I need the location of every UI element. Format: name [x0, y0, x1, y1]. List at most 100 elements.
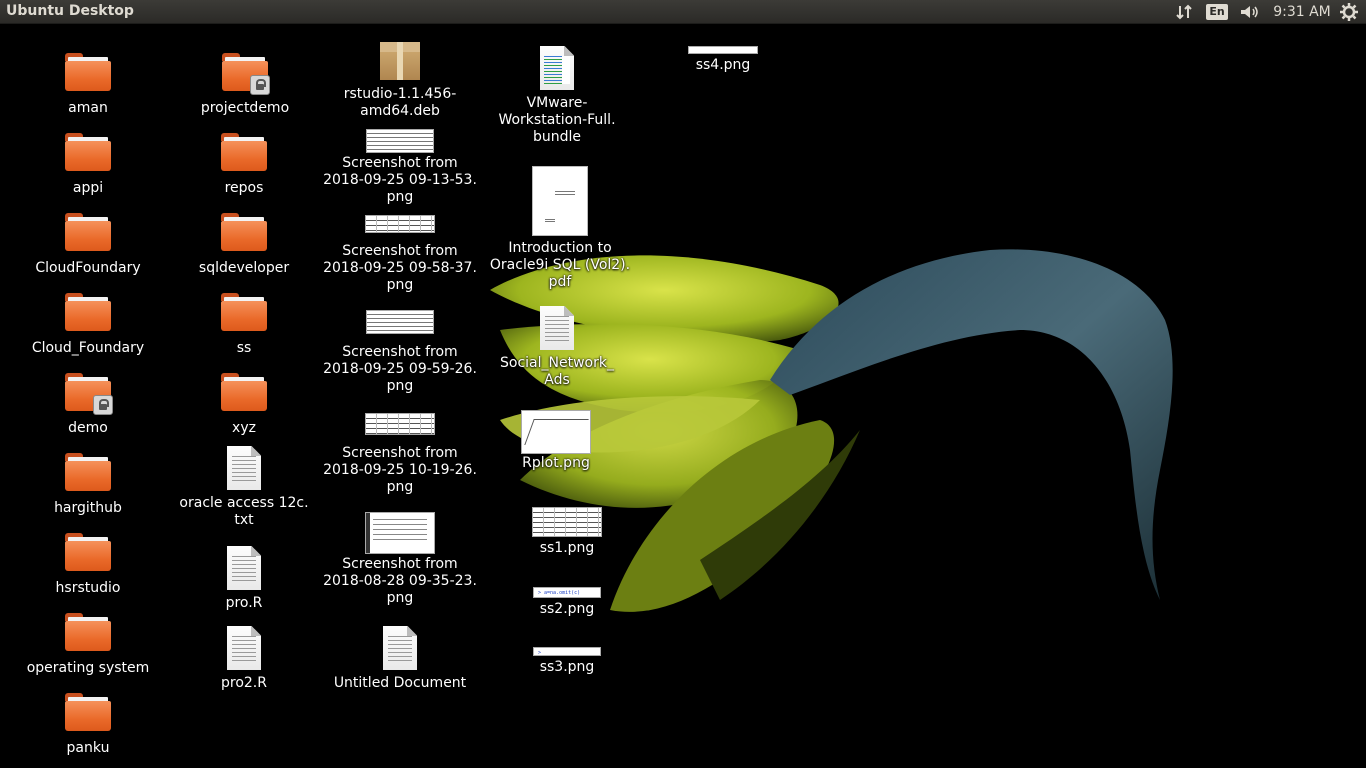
- image-thumbnail: [365, 413, 435, 435]
- desktop-folder-cloud-foundary[interactable]: Cloud_Foundary: [28, 281, 148, 357]
- text-document-icon: [227, 626, 261, 670]
- folder-icon: [65, 373, 113, 415]
- keyboard-language-indicator[interactable]: En: [1206, 0, 1228, 24]
- desktop-folder-ss[interactable]: ss: [194, 281, 294, 357]
- folder-icon: [65, 53, 111, 93]
- folder-icon: [65, 453, 111, 493]
- clock[interactable]: 9:31 AM: [1272, 0, 1332, 24]
- volume-icon[interactable]: [1238, 0, 1262, 24]
- desktop-folder-cloudfoundary[interactable]: CloudFoundary: [28, 201, 148, 277]
- icon-label: appi: [72, 180, 104, 196]
- icon-label: amd64.deb: [360, 103, 440, 119]
- icon-label: 2018-09-25 10-19-26.: [323, 462, 477, 478]
- icon-label: xyz: [232, 420, 256, 436]
- desktop-file-untitled-document[interactable]: Untitled Document: [325, 620, 475, 692]
- desktop-folder-hsrstudio[interactable]: hsrstudio: [38, 521, 138, 597]
- icon-label: Oracle9i SQL (Vol2).: [489, 257, 631, 273]
- icon-label: rstudio-1.1.456-: [343, 86, 457, 102]
- desktop-file-vmware-bundle[interactable]: VMware- Workstation-Full. bundle: [487, 40, 627, 146]
- folder-icon: [65, 133, 111, 173]
- desktop-file-ss1-png[interactable]: ss1.png: [511, 507, 623, 557]
- icon-label: pdf: [548, 274, 572, 290]
- desktop-folder-projectdemo[interactable]: projectdemo: [190, 41, 300, 117]
- desktop-folder-xyz[interactable]: xyz: [194, 361, 294, 437]
- text-document-icon: [383, 626, 417, 670]
- icon-label: repos: [224, 180, 264, 196]
- package-icon: [380, 42, 420, 80]
- desktop-file-ss2-png[interactable]: > a=na.omit(c) ss2.png: [511, 587, 623, 618]
- desktop-file-screenshot-10-19-26[interactable]: Screenshot from 2018-09-25 10-19-26. png: [323, 413, 477, 496]
- desktop-file-social-network-ads[interactable]: Social_Network_ Ads: [487, 300, 627, 389]
- script-document-icon: [540, 46, 574, 90]
- desktop-file-pro-r[interactable]: pro.R: [194, 540, 294, 612]
- image-thumbnail: [521, 410, 591, 454]
- icon-label: ss1.png: [539, 540, 595, 556]
- desktop-file-screenshot-08-28[interactable]: Screenshot from 2018-08-28 09-35-23. png: [323, 512, 477, 607]
- language-label: En: [1206, 4, 1228, 20]
- desktop-file-ss3-png[interactable]: > fit=kmeans(a[2:17],5) ss3.png: [511, 647, 623, 676]
- icon-label: hargithub: [54, 500, 122, 516]
- icon-label: Introduction to: [508, 240, 612, 256]
- folder-icon: [221, 373, 267, 413]
- folder-icon: [65, 533, 111, 573]
- image-thumbnail: > a=na.omit(c): [533, 587, 601, 598]
- icon-label: txt: [234, 512, 254, 528]
- desktop-folder-panku[interactable]: panku: [38, 681, 138, 757]
- folder-icon: [65, 613, 111, 653]
- desktop-folder-appi[interactable]: appi: [38, 121, 138, 197]
- folder-icon: [221, 213, 267, 253]
- icon-label: oracle access 12c.: [179, 495, 309, 511]
- desktop-file-pro2-r[interactable]: pro2.R: [194, 620, 294, 692]
- desktop-folder-sqldeveloper[interactable]: sqldeveloper: [189, 201, 299, 277]
- icon-label: Ads: [544, 372, 570, 388]
- desktop-folder-repos[interactable]: repos: [194, 121, 294, 197]
- image-thumbnail: [532, 507, 602, 537]
- desktop-file-ss4-png[interactable]: ss4.png: [668, 46, 778, 74]
- icon-label: ss3.png: [539, 659, 595, 675]
- desktop-file-rplot-png[interactable]: Rplot.png: [500, 410, 612, 472]
- desktop-file-screenshot-09-58-37[interactable]: Screenshot from 2018-09-25 09-58-37. png: [323, 215, 477, 294]
- icon-label: projectdemo: [200, 100, 290, 116]
- window-title: Ubuntu Desktop: [6, 3, 134, 19]
- desktop-folder-demo[interactable]: demo: [38, 361, 138, 437]
- icon-label: png: [386, 378, 414, 394]
- pdf-thumbnail: [532, 166, 588, 236]
- icon-label: Untitled Document: [333, 675, 467, 691]
- icon-label: png: [386, 590, 414, 606]
- top-panel: Ubuntu Desktop En 9:31 AM: [0, 0, 1366, 24]
- folder-icon: [65, 693, 111, 733]
- folder-icon: [221, 293, 267, 333]
- icon-label: Rplot.png: [522, 455, 590, 471]
- icon-label: 2018-09-25 09-13-53.: [323, 172, 477, 188]
- icon-label: demo: [68, 420, 108, 436]
- icon-label: Cloud_Foundary: [31, 340, 145, 356]
- icon-label: png: [386, 479, 414, 495]
- icon-label: Screenshot from: [342, 155, 458, 171]
- lock-icon: [93, 395, 113, 415]
- text-document-icon: [540, 306, 574, 350]
- icon-label: CloudFoundary: [35, 260, 141, 276]
- icon-label: png: [386, 189, 414, 205]
- folder-icon: [221, 133, 267, 173]
- desktop-folder-operating-system[interactable]: operating system: [23, 601, 153, 677]
- network-transfer-icon[interactable]: [1174, 0, 1196, 24]
- desktop-file-screenshot-09-13-53[interactable]: Screenshot from 2018-09-25 09-13-53. png: [323, 129, 477, 206]
- icon-label: VMware-: [526, 95, 588, 111]
- system-gear-icon[interactable]: [1338, 0, 1360, 24]
- desktop-file-oracle9i-pdf[interactable]: Introduction to Oracle9i SQL (Vol2). pdf: [480, 166, 640, 291]
- icon-label: 2018-08-28 09-35-23.: [323, 573, 477, 589]
- desktop-file-screenshot-09-59-26[interactable]: Screenshot from 2018-09-25 09-59-26. png: [323, 310, 477, 395]
- icon-label: ss: [236, 340, 252, 356]
- folder-icon: [65, 293, 111, 333]
- desktop-folder-aman[interactable]: aman: [38, 41, 138, 117]
- desktop-file-rstudio-deb[interactable]: rstudio-1.1.456- amd64.deb: [330, 41, 470, 120]
- desktop-file-oracle-access-txt[interactable]: oracle access 12c. txt: [174, 440, 314, 529]
- desktop-folder-hargithub[interactable]: hargithub: [38, 441, 138, 517]
- icon-label: Screenshot from: [342, 445, 458, 461]
- text-document-icon: [227, 546, 261, 590]
- folder-icon: [65, 213, 111, 253]
- image-thumbnail: [366, 129, 434, 153]
- icon-label: operating system: [26, 660, 150, 676]
- icon-label: ss4.png: [695, 57, 751, 73]
- clock-text: 9:31 AM: [1273, 4, 1331, 20]
